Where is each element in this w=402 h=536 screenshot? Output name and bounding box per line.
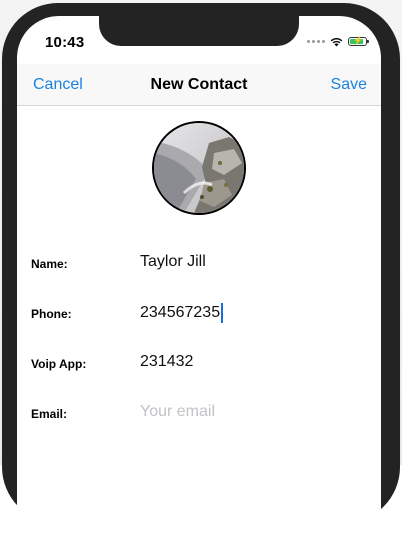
voip-row: Voip App: 231432 (17, 349, 381, 379)
status-time: 10:43 (45, 34, 85, 51)
phone-label: Phone: (31, 307, 72, 321)
name-label: Name: (31, 257, 68, 271)
page-title: New Contact (150, 76, 248, 93)
navigation-bar: Cancel New Contact Save (17, 64, 381, 106)
avatar-image (154, 123, 244, 213)
name-field[interactable]: Taylor Jill (140, 253, 206, 271)
wifi-icon (330, 37, 343, 46)
device-notch (99, 16, 299, 46)
app-screen: 10:43 ⚡ Cancel New Contact Save Name: Ta… (17, 16, 381, 536)
signal-dots-icon (307, 39, 325, 43)
phone-value: 234567235 (140, 304, 221, 321)
save-button[interactable]: Save (331, 76, 367, 94)
name-row: Name: Taylor Jill (17, 249, 381, 279)
avatar-photo[interactable] (152, 121, 246, 215)
battery-charging-icon: ⚡ (348, 36, 369, 46)
phone-row: Phone: 234567235 (17, 299, 381, 329)
email-row: Email: Your email (17, 399, 381, 429)
email-label: Email: (31, 407, 68, 421)
text-caret (221, 303, 224, 323)
voip-label: Voip App: (31, 357, 87, 371)
status-icons: ⚡ (307, 34, 369, 48)
voip-field[interactable]: 231432 (140, 353, 193, 371)
email-field[interactable]: Your email (140, 403, 215, 421)
phone-field[interactable]: 234567235 (140, 303, 224, 323)
